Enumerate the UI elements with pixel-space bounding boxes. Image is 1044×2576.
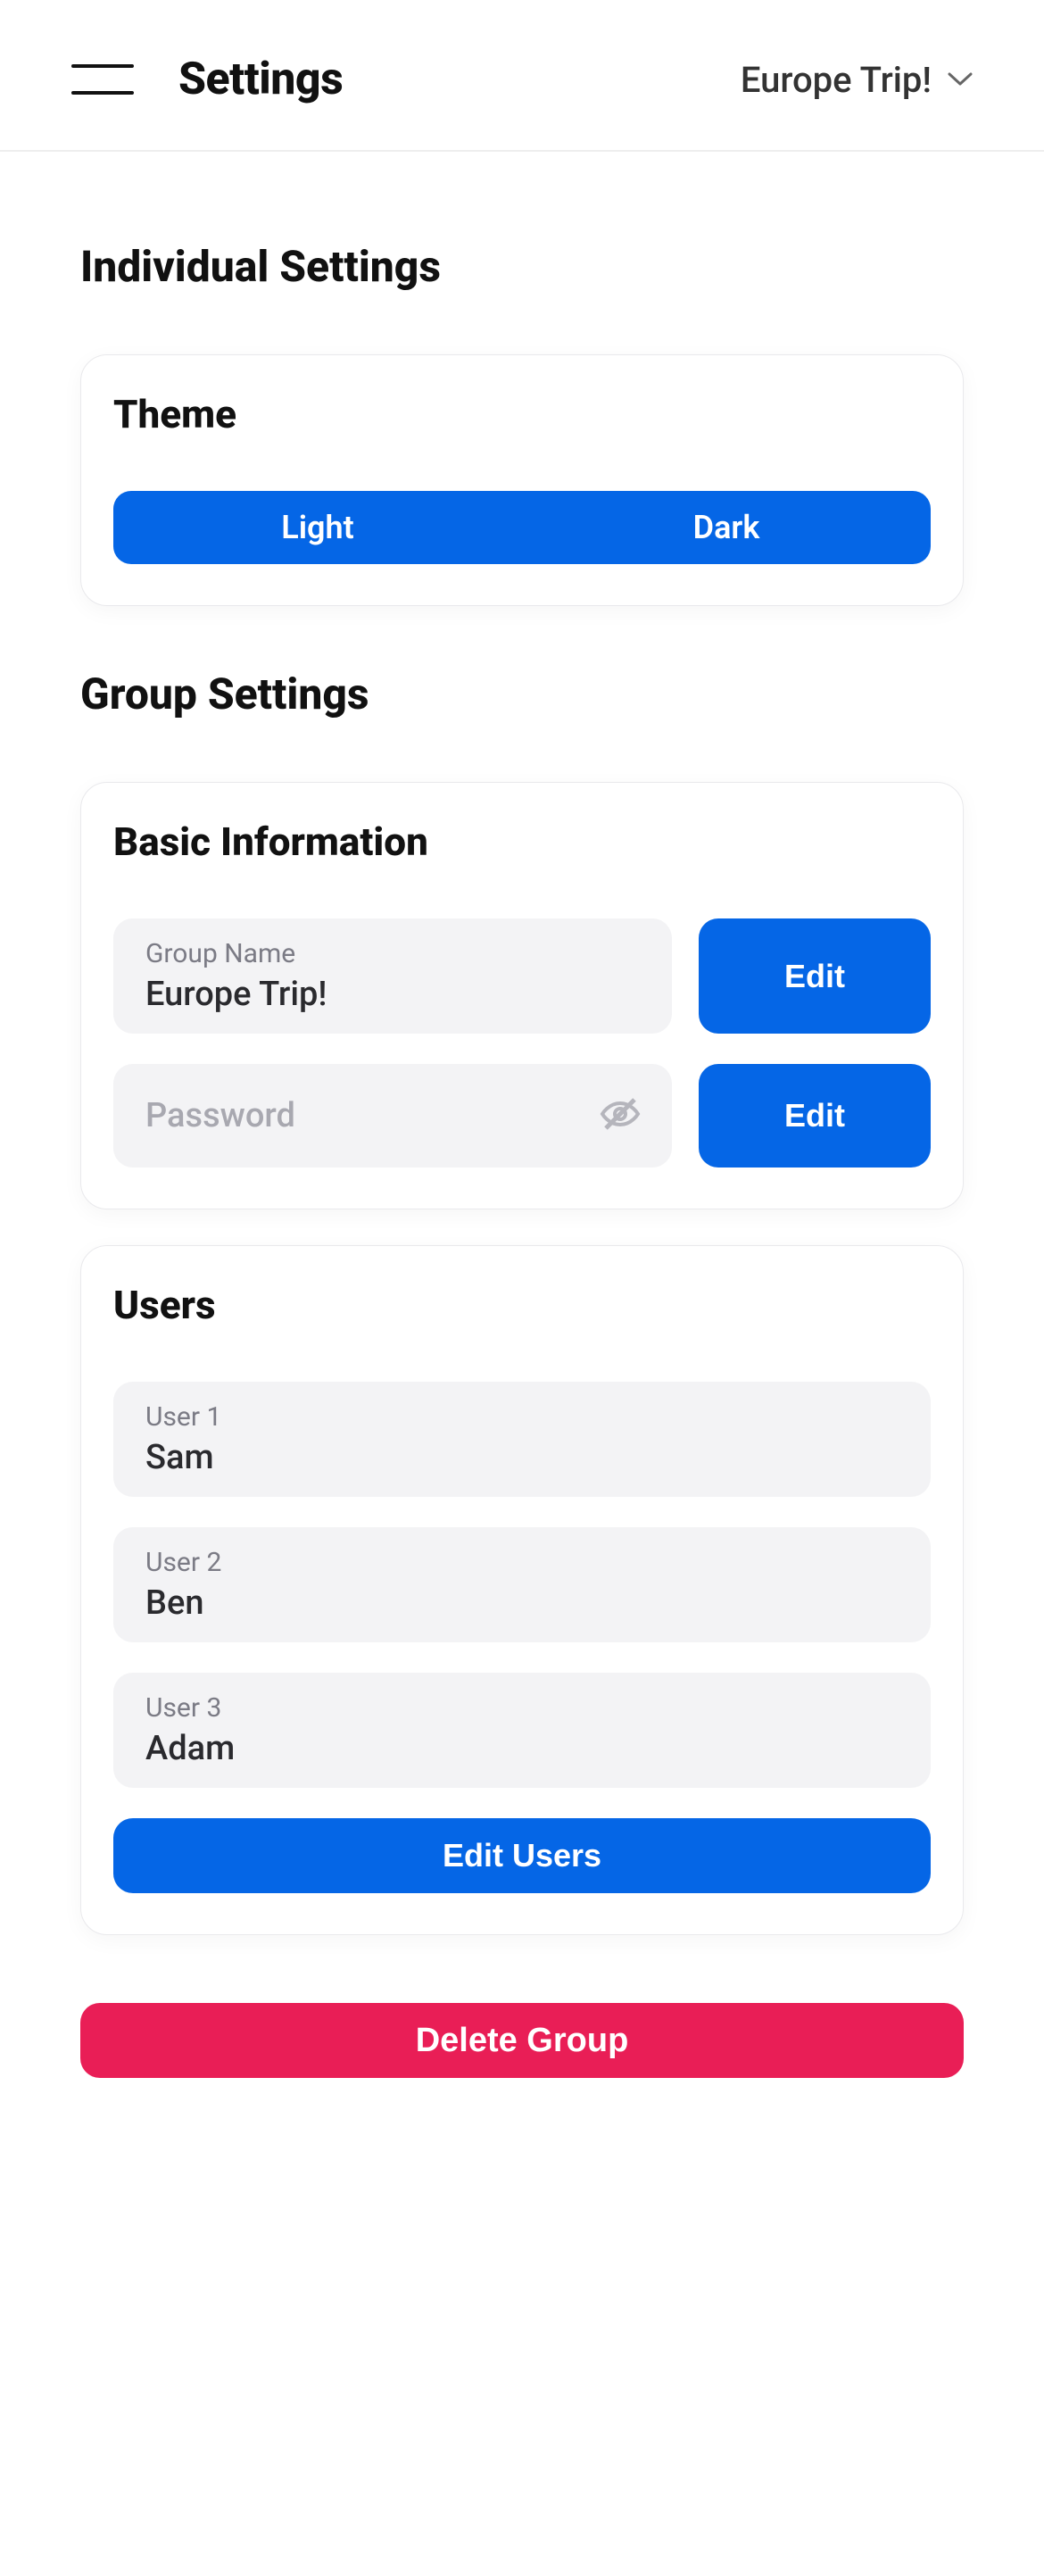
theme-card: Theme Light Dark [80,354,964,606]
theme-option-dark[interactable]: Dark [522,491,931,564]
user-name: Ben [145,1583,899,1623]
user-label: User 3 [145,1692,899,1724]
chevron-down-icon [948,71,973,87]
group-name-label: Group Name [145,938,640,969]
group-name-field[interactable]: Group Name Europe Trip! [113,918,672,1034]
individual-settings-heading: Individual Settings [80,241,964,292]
eye-off-icon[interactable] [599,1093,642,1139]
edit-users-button[interactable]: Edit Users [113,1818,931,1893]
page-title: Settings [178,54,343,105]
user-label: User 1 [145,1401,899,1433]
password-field[interactable]: Password [113,1064,672,1168]
basic-info-card: Basic Information Group Name Europe Trip… [80,782,964,1209]
password-placeholder: Password [145,1096,640,1135]
delete-group-button[interactable]: Delete Group [80,2003,964,2078]
password-edit-button[interactable]: Edit [699,1064,931,1168]
user-row: User 2 Ben [113,1527,931,1642]
theme-segmented-control: Light Dark [113,491,931,564]
menu-icon[interactable] [71,64,134,95]
group-name-edit-button[interactable]: Edit [699,918,931,1034]
user-name: Adam [145,1729,899,1768]
theme-option-light[interactable]: Light [113,491,522,564]
users-card: Users User 1 Sam User 2 Ben User 3 Adam … [80,1245,964,1935]
user-row: User 3 Adam [113,1673,931,1788]
theme-card-title: Theme [113,391,931,437]
group-settings-heading: Group Settings [80,669,964,719]
group-name-value: Europe Trip! [145,975,640,1014]
group-selector[interactable]: Europe Trip! [741,59,973,101]
user-row: User 1 Sam [113,1382,931,1497]
group-selector-label: Europe Trip! [741,59,932,101]
user-name: Sam [145,1438,899,1477]
user-label: User 2 [145,1547,899,1578]
basic-info-title: Basic Information [113,819,931,865]
users-title: Users [113,1282,931,1328]
